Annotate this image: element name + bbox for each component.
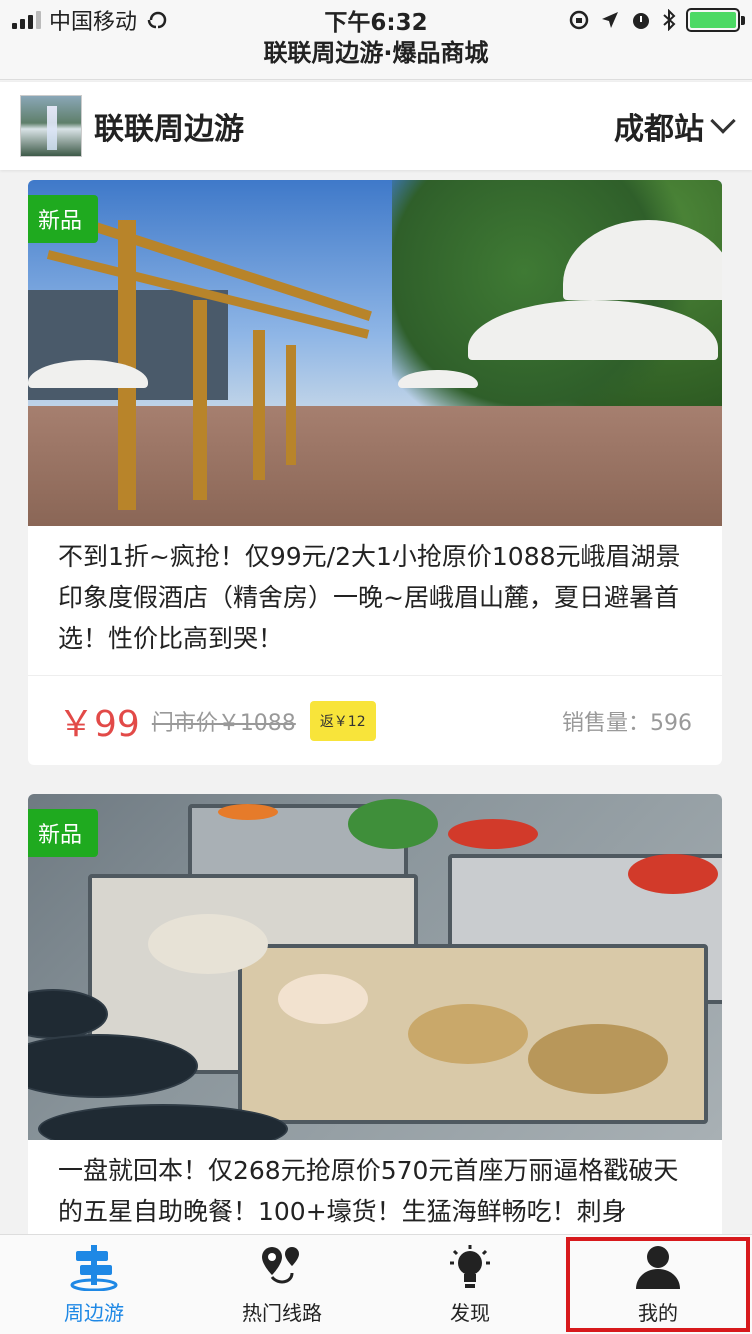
tab-discover[interactable]: 发现 (376, 1235, 564, 1334)
product-image[interactable]: 新品 (28, 794, 722, 1140)
chevron-down-icon (710, 108, 736, 134)
tab-mine[interactable]: 我的 (564, 1235, 752, 1334)
signal-icon (12, 11, 41, 29)
battery-icon (686, 8, 745, 32)
city-selector[interactable]: 成都站 (614, 104, 736, 148)
lightbulb-icon (444, 1243, 496, 1291)
sales-count: 销售量：596 (562, 710, 692, 736)
city-label: 成都站 (614, 112, 704, 147)
product-card[interactable]: 新品 一盘就回本！仅268元抢原价570元首座万丽逼格戳破天的五星自助晚餐！10… (28, 794, 722, 1254)
bluetooth-icon (663, 9, 676, 31)
product-title[interactable]: 不到1折~疯抢！仅99元/2大1小抢原价1088元峨眉湖景印象度假酒店（精舍房）… (28, 526, 722, 659)
tab-label: 热门线路 (242, 1301, 322, 1325)
status-left: 中国移动 (12, 4, 262, 36)
wechat-link-icon (147, 11, 167, 29)
product-price: ￥99 (58, 703, 140, 745)
tab-nearby[interactable]: 周边游 (0, 1235, 188, 1334)
bottom-tab-bar: 周边游 热门线路 发现 我的 (0, 1234, 752, 1334)
page-title: 联联周边游·爆品商城 (0, 40, 752, 80)
product-image[interactable]: 新品 (28, 180, 722, 526)
price-row: ￥99 门市价￥1088 返￥12 销售量：596 (28, 675, 722, 765)
tab-label: 发现 (450, 1301, 490, 1325)
alarm-icon (633, 13, 649, 29)
new-badge: 新品 (28, 195, 99, 243)
product-card[interactable]: 新品 不到1折~疯抢！仅99元/2大1小抢原价1088元峨眉湖景印象度假酒店（精… (28, 180, 722, 765)
brand-logo (20, 95, 82, 157)
tab-label: 我的 (638, 1301, 678, 1325)
rebate-badge: 返￥12 (309, 700, 376, 741)
status-time: 下午6:32 (324, 10, 428, 36)
status-bar: 中国移动 下午6:32 (0, 0, 752, 40)
product-title[interactable]: 一盘就回本！仅268元抢原价570元首座万丽逼格戳破天的五星自助晚餐！100+壕… (28, 1140, 722, 1232)
tab-hot-routes[interactable]: 热门线路 (188, 1235, 376, 1334)
signpost-icon (68, 1243, 120, 1291)
status-right (490, 8, 745, 32)
carrier-label: 中国移动 (49, 10, 138, 35)
brand-name: 联联周边游 (94, 112, 244, 147)
user-icon (632, 1243, 684, 1291)
location-icon (602, 12, 618, 28)
original-price: 门市价￥1088 (151, 710, 296, 736)
new-badge: 新品 (28, 809, 99, 857)
app-header: 联联周边游 成都站 (0, 82, 752, 170)
tab-label: 周边游 (64, 1301, 124, 1325)
route-pin-icon (256, 1243, 308, 1291)
rotation-lock-icon (569, 10, 589, 30)
